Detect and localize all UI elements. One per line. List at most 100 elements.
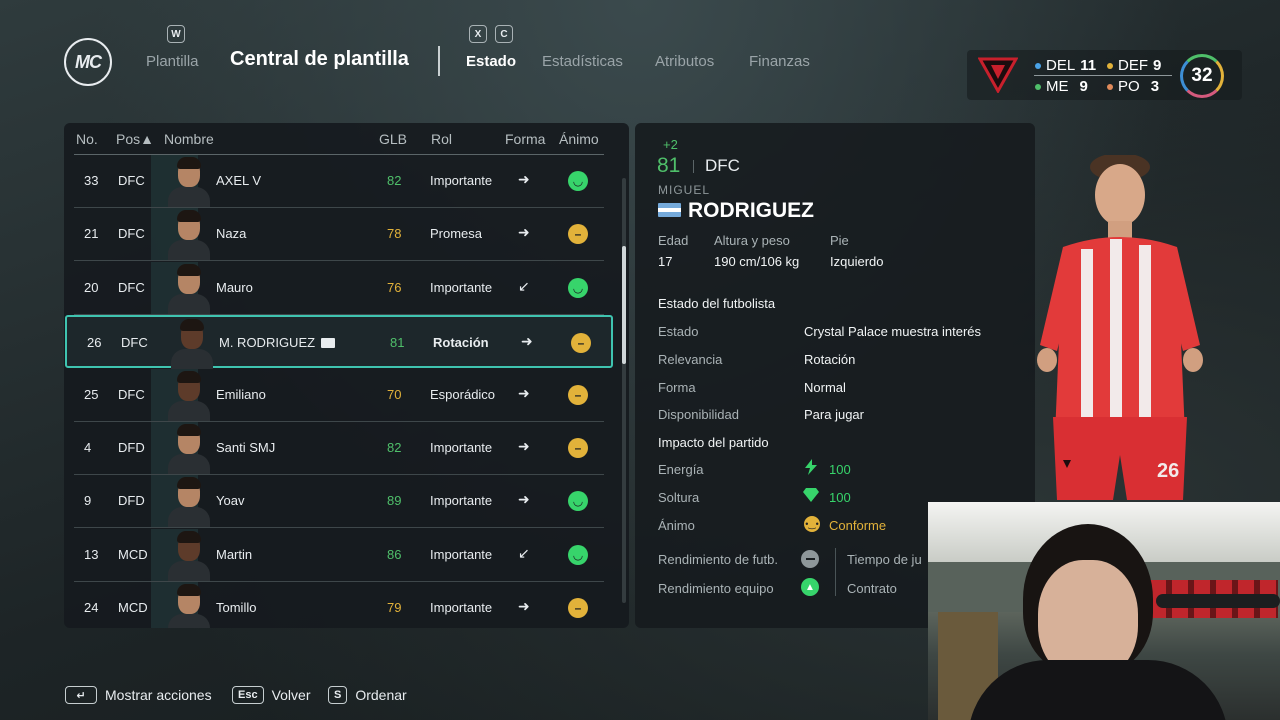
player-first-name: MIGUEL [658,183,711,196]
thumbs-up-icon: ▲ [801,578,819,596]
player-number: 9 [84,493,92,509]
player-avatar [168,370,210,421]
form-arrow-icon: ↙ [518,544,530,561]
tab-finanzas[interactable]: Finanzas [749,53,810,70]
table-row[interactable]: 33 DFC AXEL V 82 Importante ➜ ◡ [64,155,614,208]
table-row[interactable]: 24 MCD Tomillo 79 Importante ➜ – [64,582,614,628]
col-header-pos[interactable]: Pos▲ [116,131,154,147]
col-header-name[interactable]: Nombre [164,131,214,147]
energy-value: 100 [829,462,851,477]
footer-sort[interactable]: S Ordenar [328,686,407,704]
table-row[interactable]: 21 DFC Naza 78 Promesa ➜ – [64,208,614,262]
player-position: DFC [121,335,148,351]
sharpness-gem-icon [803,488,819,502]
table-row[interactable]: 4 DFD Santi SMJ 82 Importante ➜ – [64,422,614,475]
table-row[interactable]: 9 DFD Yoav 89 Importante ➜ ◡ [64,475,614,529]
mood-neutral-icon: – [568,224,588,245]
player-performance-label: Rendimiento de futb. [658,552,778,567]
tab-estadisticas[interactable]: Estadísticas [542,53,623,70]
me-dot-icon [1035,83,1041,90]
player-avatar [168,263,210,314]
mood-neutral-icon: – [568,384,588,405]
player-avatar [168,584,210,628]
player-avatar [171,319,213,370]
player-rating: 81 [390,335,405,351]
player-role: Importante [430,546,493,562]
availability-label: Disponibilidad [658,407,739,422]
energy-bolt-icon [805,459,817,475]
table-row[interactable]: 25 DFC Emiliano 70 Esporádico ➜ – [64,368,614,422]
player-name: Yoav [216,493,245,509]
player-name: Santi SMJ [216,440,276,455]
team-performance-label: Rendimiento equipo [658,581,774,596]
player-name: M. RODRIGUEZ [219,335,316,351]
tab-estado[interactable]: Estado [466,53,516,70]
form-arrow-icon: ➜ [521,333,533,350]
key-hint-c: C [495,25,513,43]
morale-value: Conforme [829,518,887,533]
footer-back[interactable]: Esc Volver [232,686,311,704]
esc-key-icon: Esc [232,686,264,704]
mood-happy-icon: ◡ [568,491,588,512]
summary-del: DEL 11 [1035,57,1096,74]
summary-me: ME 9 [1035,78,1088,95]
mood-neutral-icon: – [568,598,588,619]
summary-def: DEF 9 [1107,57,1161,74]
player-number: 26 [87,335,102,351]
status-value: Crystal Palace muestra interés [804,324,982,339]
list-scrollbar[interactable] [622,178,626,603]
player-name: AXEL V [216,173,262,188]
table-row[interactable]: 26 DFC M. RODRIGUEZ 81 Rotación ➜ – [65,315,613,370]
career-mode-logo: MC [64,38,112,86]
status-section-title: Estado del futbolista [658,296,776,311]
col-header-no[interactable]: No. [76,131,98,147]
player-position: DFC [118,173,145,188]
col-header-role[interactable]: Rol [431,131,452,147]
mood-neutral-icon: – [568,438,588,458]
form-arrow-icon: ➜ [518,384,530,401]
morale-label: Ánimo [658,518,695,533]
height-weight-value: 190 cm/106 kg [714,254,800,269]
age-label: Edad [658,233,689,248]
table-row[interactable]: 13 MCD Martin 86 Importante ↙ ◡ [64,528,614,582]
col-header-form[interactable]: Forma [505,131,545,147]
player-number: 21 [84,226,99,242]
argentina-flag-icon [658,203,681,217]
col-header-glb[interactable]: GLB [379,131,407,147]
mood-happy-icon: ◡ [568,544,588,565]
player-avatar [168,530,210,581]
form-arrow-icon: ➜ [518,171,530,187]
tab-plantilla[interactable]: Plantilla [146,53,199,70]
player-avatar [168,157,210,207]
tab-atributos[interactable]: Atributos [655,53,714,70]
player-last-name: RODRIGUEZ [688,199,814,222]
playtime-label: Tiempo de ju [847,552,922,567]
player-rating: 70 [387,386,402,402]
impact-section-title: Impacto del partido [658,435,769,450]
captain-tag-icon [321,338,335,349]
player-position: DFC [118,226,145,242]
summary-po: PO 3 [1107,78,1159,95]
player-avatar [168,477,210,528]
player-name: Martin [216,546,253,562]
footer-show-actions[interactable]: ↵ Mostrar acciones [65,686,212,704]
player-rating: 82 [387,173,402,188]
key-hint-w: W [167,25,185,43]
relevance-value: Rotación [804,352,856,367]
player-position: MCD [118,600,148,616]
mood-happy-icon: ◡ [568,171,588,191]
col-header-mood[interactable]: Ánimo [559,131,599,147]
form-label: Forma [658,380,696,395]
player-avatar [168,424,210,474]
table-row[interactable]: 20 DFC Mauro 76 Importante ↙ ◡ [64,261,614,315]
squad-list-panel: No. Pos▲ Nombre GLB Rol Forma Ánimo 33 DF… [64,123,629,628]
list-scroll-thumb[interactable] [622,246,626,364]
player-name: Mauro [216,279,253,295]
summary-divider [1034,75,1172,76]
overall-divider [693,160,694,173]
player-rating: 86 [387,546,402,562]
height-weight-label: Altura y peso [714,233,790,248]
availability-value: Para jugar [804,407,864,422]
player-number: 33 [84,173,99,188]
sharpness-label: Soltura [658,490,700,505]
